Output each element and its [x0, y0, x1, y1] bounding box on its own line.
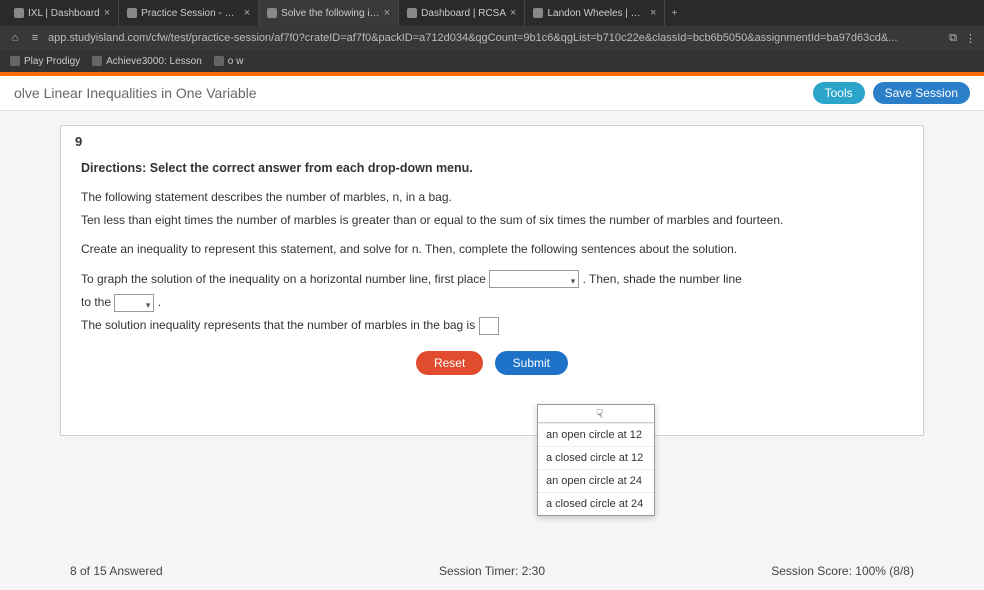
bookmark-favicon — [214, 56, 224, 66]
problem-text: Ten less than eight times the number of … — [81, 211, 903, 230]
browser-tab[interactable]: Landon Wheeles | RCSA× — [525, 0, 665, 26]
tab-favicon — [127, 8, 137, 18]
dropdown-option[interactable]: an open circle at 12 — [538, 423, 654, 446]
tools-button[interactable]: Tools — [813, 82, 865, 104]
browser-tab[interactable]: Dashboard | RCSA× — [399, 0, 525, 26]
fill-sentence: To graph the solution of the inequality … — [81, 270, 903, 289]
tab-favicon — [533, 8, 543, 18]
dropdown-menu-open: ☟ an open circle at 12 a closed circle a… — [537, 404, 655, 516]
bookmark-favicon — [92, 56, 102, 66]
fill-sentence: The solution inequality represents that … — [81, 316, 903, 335]
dropdown-selected-blank[interactable]: ☟ — [538, 405, 654, 423]
problem-text: Create an inequality to represent this s… — [81, 240, 903, 259]
question-card: 9 Directions: Select the correct answer … — [60, 125, 924, 436]
close-icon[interactable]: × — [104, 7, 110, 19]
site-info-icon[interactable]: ≡ — [28, 31, 42, 45]
bookmark-item[interactable]: o w — [214, 56, 244, 67]
home-icon[interactable]: ⌂ — [8, 31, 22, 45]
dropdown-option[interactable]: a closed circle at 24 — [538, 492, 654, 515]
dropdown-option[interactable]: a closed circle at 12 — [538, 446, 654, 469]
tab-favicon — [14, 8, 24, 18]
url-bar: ⌂ ≡ app.studyisland.com/cfw/test/practic… — [0, 26, 984, 50]
directions-heading: Directions: Select the correct answer fr… — [81, 158, 903, 178]
dropdown-option[interactable]: an open circle at 24 — [538, 469, 654, 492]
close-icon[interactable]: × — [244, 7, 250, 19]
close-icon[interactable]: × — [510, 7, 516, 19]
action-row: Reset Submit — [81, 351, 903, 375]
session-score: Session Score: 100% (8/8) — [633, 564, 914, 578]
url-text[interactable]: app.studyisland.com/cfw/test/practice-se… — [48, 32, 943, 44]
browser-tab-active[interactable]: Solve the following inequa× — [259, 0, 399, 26]
cursor-icon: ☟ — [596, 407, 603, 421]
close-icon[interactable]: × — [650, 7, 656, 19]
browser-tab-strip: IXL | Dashboard× Practice Session - Solv… — [0, 0, 984, 26]
submit-button[interactable]: Submit — [495, 351, 568, 375]
chevron-down-icon: ▾ — [146, 298, 151, 312]
answered-count: 8 of 15 Answered — [70, 564, 351, 578]
bookmark-item[interactable]: Play Prodigy — [10, 56, 80, 67]
menu-icon[interactable]: ⋮ — [965, 32, 976, 45]
dropdown-solution[interactable] — [479, 317, 499, 335]
question-number: 9 — [75, 134, 82, 149]
bookmark-item[interactable]: Achieve3000: Lesson — [92, 56, 202, 67]
problem-text: The following statement describes the nu… — [81, 188, 903, 207]
bookmark-favicon — [10, 56, 20, 66]
save-session-button[interactable]: Save Session — [873, 82, 970, 104]
dropdown-circle-position[interactable]: ▾ — [489, 270, 579, 288]
browser-tab[interactable]: Practice Session - Solve L× — [119, 0, 259, 26]
tab-favicon — [407, 8, 417, 18]
new-tab-button[interactable]: + — [665, 8, 683, 19]
tab-favicon — [267, 8, 277, 18]
dropdown-shade-direction[interactable]: ▾ — [114, 294, 154, 312]
app-header: olve Linear Inequalities in One Variable… — [0, 76, 984, 111]
chevron-down-icon: ▾ — [571, 274, 576, 288]
bookmarks-bar: Play Prodigy Achieve3000: Lesson o w — [0, 50, 984, 72]
page-title: olve Linear Inequalities in One Variable — [14, 85, 257, 101]
session-footer: 8 of 15 Answered Session Timer: 2:30 Ses… — [0, 564, 984, 578]
reset-button[interactable]: Reset — [416, 351, 483, 375]
session-timer: Session Timer: 2:30 — [351, 564, 632, 578]
browser-tab[interactable]: IXL | Dashboard× — [6, 0, 119, 26]
close-icon[interactable]: × — [384, 7, 390, 19]
copy-icon[interactable]: ⧉ — [949, 32, 957, 45]
fill-sentence: to the ▾ . — [81, 293, 903, 312]
